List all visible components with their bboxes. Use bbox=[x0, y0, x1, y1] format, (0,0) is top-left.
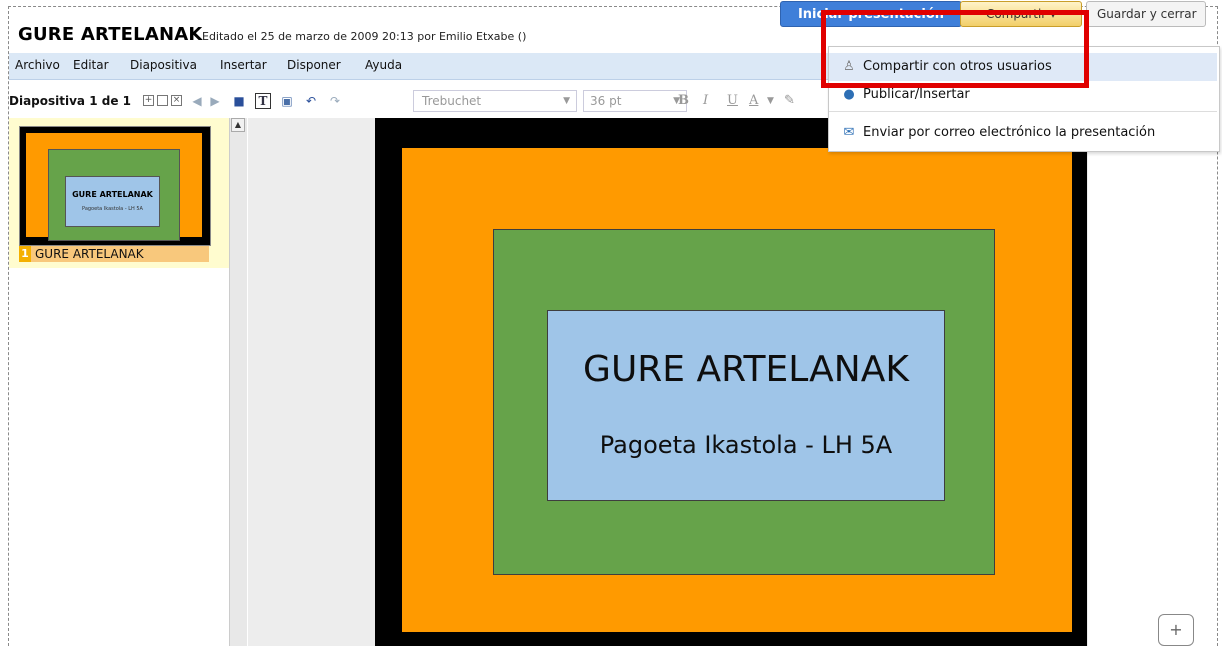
font-family-value: Trebuchet bbox=[422, 94, 482, 108]
thumbnail-preview: GURE ARTELANAK Pagoeta Ikastola - LH 5A bbox=[19, 126, 211, 246]
slide-count: Diapositiva 1 de 1 bbox=[9, 94, 131, 108]
menu-divider bbox=[829, 111, 1217, 112]
document-title[interactable]: GURE ARTELANAK bbox=[18, 24, 203, 45]
underline-button[interactable]: U bbox=[727, 93, 738, 108]
slide-canvas: GURE ARTELANAK Pagoeta Ikastola - LH 5A bbox=[248, 118, 1088, 646]
thumbnail-title: GURE ARTELANAK bbox=[72, 190, 153, 199]
right-pane bbox=[1088, 118, 1216, 646]
slide-text-box[interactable]: GURE ARTELANAK Pagoeta Ikastola - LH 5A bbox=[547, 310, 945, 501]
highlight-icon[interactable]: ✎ bbox=[784, 93, 795, 108]
share-with-users-label: Compartir con otros usuarios bbox=[863, 59, 1052, 74]
menu-archivo[interactable]: Archivo bbox=[15, 58, 60, 72]
edit-info: Editado el 25 de marzo de 2009 20:13 por… bbox=[202, 30, 527, 43]
slide-orange-bg: GURE ARTELANAK Pagoeta Ikastola - LH 5A bbox=[402, 148, 1072, 632]
share-with-users-item[interactable]: ♙ Compartir con otros usuarios bbox=[829, 53, 1217, 81]
filmstrip-scrollbar[interactable]: ▲ bbox=[229, 118, 247, 646]
save-and-close-button[interactable]: Guardar y cerrar bbox=[1086, 1, 1206, 27]
publish-embed-item[interactable]: ● Publicar/Insertar bbox=[829, 81, 1217, 109]
speaker-notes-icon[interactable]: + bbox=[1158, 614, 1194, 646]
thumbnail-green-box: GURE ARTELANAK Pagoeta Ikastola - LH 5A bbox=[48, 149, 180, 241]
thumbnail-subtitle: Pagoeta Ikastola - LH 5A bbox=[82, 206, 143, 212]
slide-editor[interactable]: GURE ARTELANAK Pagoeta Ikastola - LH 5A bbox=[375, 118, 1087, 646]
menu-ayuda[interactable]: Ayuda bbox=[365, 58, 402, 72]
slide-subtitle[interactable]: Pagoeta Ikastola - LH 5A bbox=[548, 431, 944, 459]
thumbnail-blue-box: GURE ARTELANAK Pagoeta Ikastola - LH 5A bbox=[65, 176, 160, 227]
thumbnail-orange-bg: GURE ARTELANAK Pagoeta Ikastola - LH 5A bbox=[26, 133, 202, 241]
users-icon: ♙ bbox=[843, 59, 855, 74]
redo-icon[interactable]: ↷ bbox=[327, 93, 343, 109]
envelope-icon: ✉ bbox=[843, 125, 855, 140]
toolbar: Diapositiva 1 de 1 + × ◀ ▶ ■ T ▣ ↶ ↷ Tre… bbox=[9, 86, 831, 118]
thumbnail-name: GURE ARTELANAK bbox=[35, 247, 144, 261]
save-icon[interactable]: ■ bbox=[231, 93, 247, 109]
slide-title[interactable]: GURE ARTELANAK bbox=[548, 349, 944, 390]
bold-button[interactable]: B bbox=[678, 93, 689, 108]
move-slide-up-icon[interactable]: ◀ bbox=[189, 93, 205, 109]
menu-disponer[interactable]: Disponer bbox=[287, 58, 341, 72]
share-button[interactable]: Compartir ▾ bbox=[960, 1, 1082, 27]
menu-insertar[interactable]: Insertar bbox=[220, 58, 267, 72]
font-family-select[interactable]: Trebuchet ▼ bbox=[413, 90, 577, 112]
move-slide-down-icon[interactable]: ▶ bbox=[207, 93, 223, 109]
menu-editar[interactable]: Editar bbox=[73, 58, 109, 72]
share-dropdown-menu: ♙ Compartir con otros usuarios ● Publica… bbox=[828, 46, 1220, 152]
delete-slide-icon[interactable]: × bbox=[171, 95, 182, 106]
menu-diapositiva[interactable]: Diapositiva bbox=[130, 58, 197, 72]
globe-icon: ● bbox=[843, 87, 855, 102]
chevron-down-icon: ▼ bbox=[563, 96, 570, 106]
font-size-select[interactable]: 36 pt ▼ bbox=[583, 90, 687, 112]
email-presentation-label: Enviar por correo electrónico la present… bbox=[863, 125, 1156, 140]
start-presentation-button[interactable]: Iniciar presentación bbox=[780, 1, 962, 27]
thumbnail-number: 1 bbox=[19, 246, 31, 262]
duplicate-slide-icon[interactable] bbox=[157, 95, 168, 106]
insert-image-icon[interactable]: ▣ bbox=[279, 93, 295, 109]
slide-thumbnail-1[interactable]: GURE ARTELANAK Pagoeta Ikastola - LH 5A … bbox=[9, 118, 229, 268]
slide-filmstrip: GURE ARTELANAK Pagoeta Ikastola - LH 5A … bbox=[9, 118, 229, 646]
font-size-value: 36 pt bbox=[590, 94, 622, 108]
chevron-down-icon[interactable]: ▼ bbox=[767, 96, 774, 106]
scroll-up-icon[interactable]: ▲ bbox=[231, 118, 245, 132]
thumbnail-caption: 1 GURE ARTELANAK bbox=[19, 246, 209, 262]
new-slide-icon[interactable]: + bbox=[143, 95, 154, 106]
slide-green-box[interactable]: GURE ARTELANAK Pagoeta Ikastola - LH 5A bbox=[493, 229, 995, 575]
text-box-icon[interactable]: T bbox=[255, 93, 271, 109]
italic-button[interactable]: I bbox=[703, 93, 708, 108]
publish-embed-label: Publicar/Insertar bbox=[863, 87, 970, 102]
text-color-button[interactable]: A bbox=[749, 93, 758, 108]
undo-icon[interactable]: ↶ bbox=[303, 93, 319, 109]
email-presentation-item[interactable]: ✉ Enviar por correo electrónico la prese… bbox=[829, 119, 1217, 147]
